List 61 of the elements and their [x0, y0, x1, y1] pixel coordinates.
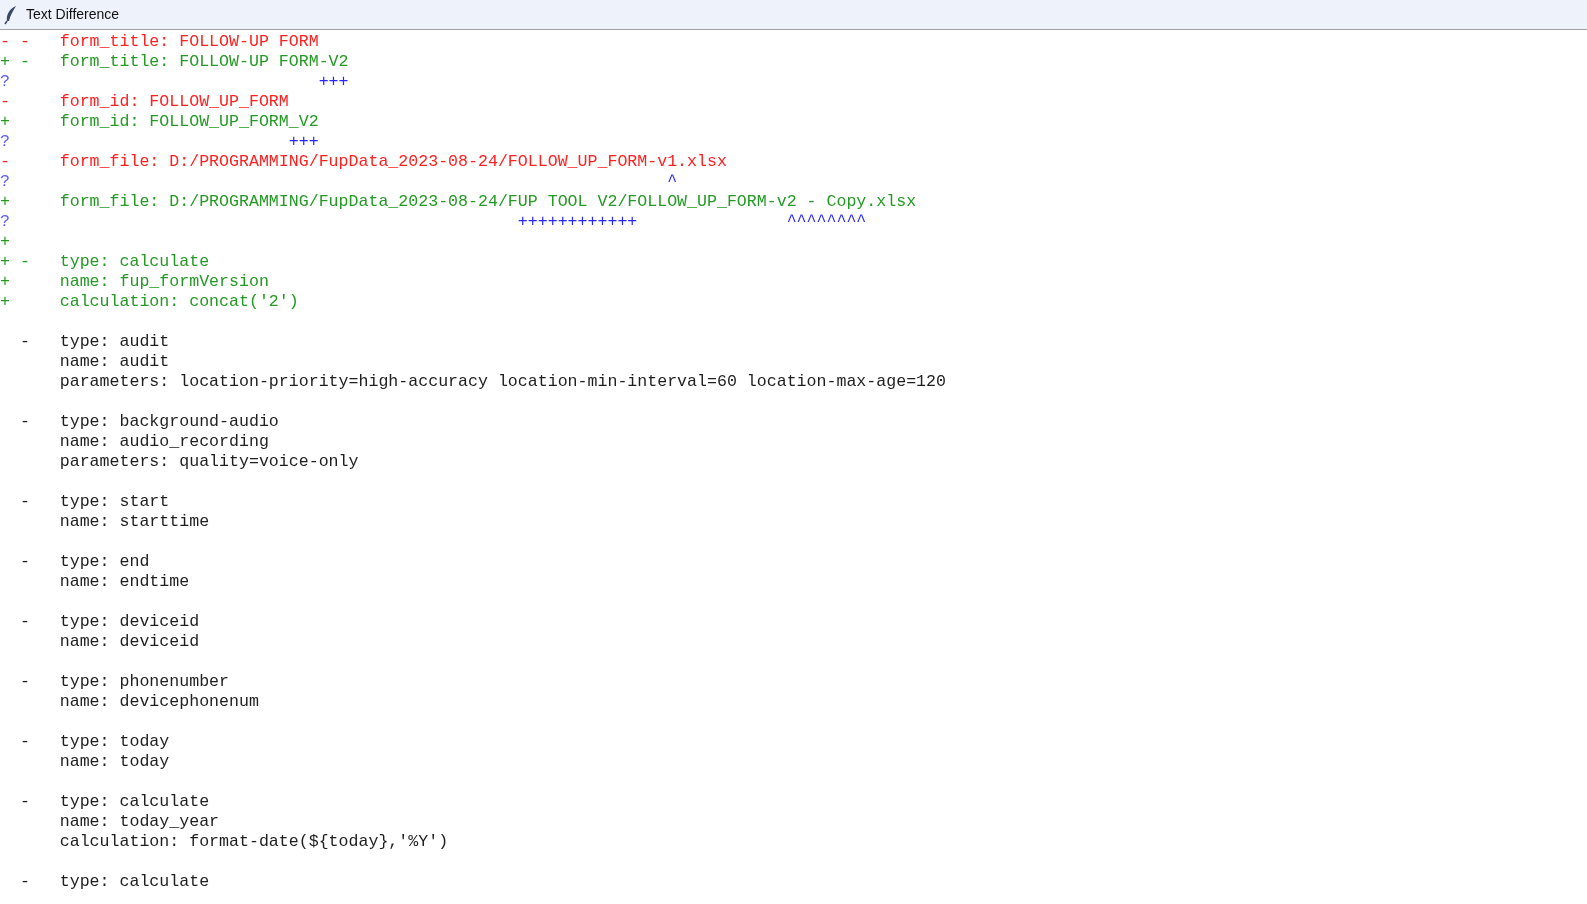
- diff-line-text: +++: [287, 132, 319, 152]
- diff-line-text: +++: [317, 72, 349, 92]
- diff-line-text: type: calculate: [59, 252, 210, 272]
- diff-line-text: name: today_year: [59, 812, 220, 832]
- diff-line-text: calculation: format-date(${today},'%Y'): [59, 832, 449, 852]
- diff-marker: +: [0, 52, 10, 71]
- change-marker: -: [19, 792, 30, 811]
- diff-line-text: type: today: [59, 732, 170, 752]
- diff-marker: ?: [0, 132, 10, 151]
- change-marker: -: [19, 732, 30, 751]
- diff-line-text: form_title: FOLLOW-UP FORM-V2: [59, 52, 349, 72]
- diff-line-text: type: calculate: [59, 872, 210, 892]
- diff-line-text: form_file: D:/PROGRAMMING/FupData_2023-08-24/FOLLOW_UP_FORM-v1.xlsx: [59, 152, 727, 172]
- change-marker: -: [19, 612, 30, 631]
- diff-line-text: type: end: [59, 552, 150, 572]
- change-marker: -: [19, 332, 30, 351]
- diff-line-text: type: deviceid: [59, 612, 200, 632]
- diff-line-text: form_file: D:/PROGRAMMING/FupData_2023-08-24/FUP TOOL V2/FOLLOW_UP_FORM-v2 - Copy.xlsx: [59, 192, 917, 212]
- diff-line-text: type: audit: [59, 332, 170, 352]
- diff-line-text: type: background-audio: [59, 412, 279, 432]
- diff-line-text: name: fup_formVersion: [59, 272, 269, 292]
- diff-marker: -: [0, 32, 10, 51]
- diff-line-text: name: today: [59, 752, 170, 772]
- diff-line-text: type: calculate: [59, 792, 210, 812]
- diff-marker: -: [0, 92, 10, 111]
- diff-line-text: name: audit: [59, 352, 170, 372]
- diff-marker: +: [0, 292, 10, 311]
- diff-line-text: form_title: FOLLOW-UP FORM: [59, 32, 319, 52]
- diff-marker: +: [0, 112, 10, 131]
- diff-marker: -: [0, 152, 10, 171]
- diff-line-text: type: phonenumber: [59, 672, 230, 692]
- diff-line-text: name: audio_recording: [59, 432, 269, 452]
- diff-line-text: form_id: FOLLOW_UP_FORM_V2: [59, 112, 319, 132]
- diff-marker: ?: [0, 72, 10, 91]
- diff-marker: +: [0, 272, 10, 291]
- diff-marker: +: [0, 192, 10, 211]
- change-marker: -: [19, 52, 30, 71]
- diff-marker: ?: [0, 212, 10, 231]
- diff-line-text: calculation: concat('2'): [59, 292, 299, 312]
- diff-line-text: name: starttime: [59, 512, 210, 532]
- change-marker: -: [19, 252, 30, 271]
- diff-line-text: parameters: location-priority=high-accuracy location-min-interval=60 location-max-age=120: [59, 372, 946, 392]
- diff-line-text: name: endtime: [59, 572, 190, 592]
- change-marker: -: [19, 872, 30, 891]
- change-marker: -: [19, 32, 30, 51]
- diff-line-text: parameters: quality=voice-only: [59, 452, 359, 472]
- diff-line-text: form_id: FOLLOW_UP_FORM: [59, 92, 289, 112]
- feather-icon: [4, 4, 18, 25]
- diff-marker: +: [0, 232, 10, 251]
- diff-marker: ?: [0, 172, 10, 191]
- diff-line-text: name: devicephonenum: [59, 692, 259, 712]
- diff-marker: +: [0, 252, 10, 271]
- change-marker: -: [19, 412, 30, 431]
- diff-line-text: name: deviceid: [59, 632, 200, 652]
- change-marker: -: [19, 552, 30, 571]
- diff-line-text: ^: [666, 172, 678, 192]
- diff-line-text: ++++++++++++ ^^^^^^^^: [516, 212, 867, 232]
- change-marker: -: [19, 492, 30, 511]
- change-marker: -: [19, 672, 30, 691]
- window-title: Text Difference: [26, 5, 120, 24]
- diff-line-text: type: start: [59, 492, 170, 512]
